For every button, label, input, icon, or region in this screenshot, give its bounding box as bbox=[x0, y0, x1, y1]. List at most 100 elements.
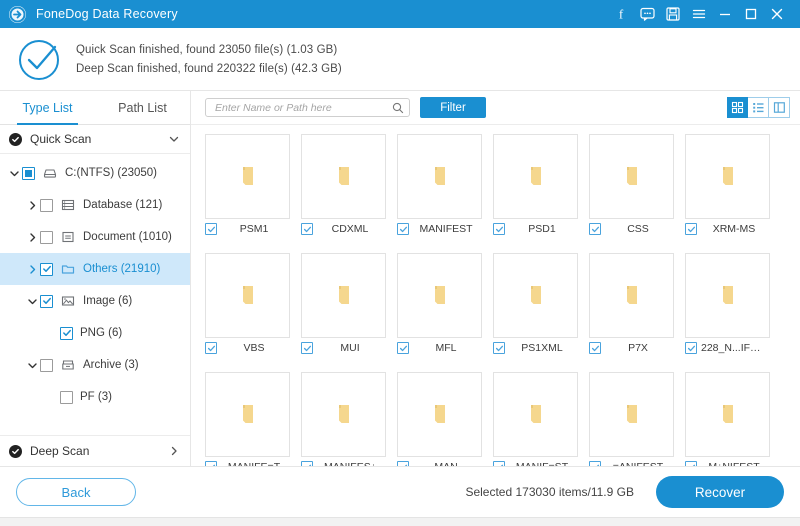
file-thumbnail[interactable] bbox=[397, 253, 482, 338]
file-cell[interactable]: XRM-MS bbox=[685, 134, 781, 239]
checkbox-indeterminate[interactable] bbox=[22, 166, 35, 180]
file-thumbnail[interactable] bbox=[301, 372, 386, 457]
save-button[interactable] bbox=[660, 1, 686, 27]
file-thumbnail[interactable] bbox=[205, 134, 290, 219]
file-cell[interactable]: PSD1 bbox=[493, 134, 589, 239]
tree-item-label: Document (1010) bbox=[83, 231, 172, 243]
tree-item-pf[interactable]: PF (3) bbox=[0, 381, 190, 413]
file-cell[interactable]: VBS bbox=[205, 253, 301, 358]
file-thumbnail[interactable] bbox=[301, 253, 386, 338]
file-cell[interactable]: MUI bbox=[301, 253, 397, 358]
file-thumbnail[interactable] bbox=[493, 372, 578, 457]
file-checkbox[interactable] bbox=[589, 342, 601, 354]
chevron-down-icon[interactable] bbox=[24, 360, 40, 371]
file-checkbox[interactable] bbox=[397, 342, 409, 354]
tab-path-list[interactable]: Path List bbox=[95, 91, 190, 124]
file-cell[interactable]: PS1XML bbox=[493, 253, 589, 358]
checkbox-unchecked[interactable] bbox=[40, 198, 53, 212]
file-cell[interactable]: MFL bbox=[397, 253, 493, 358]
tree-item-image[interactable]: Image (6) bbox=[0, 285, 190, 317]
file-cell[interactable]: MANIFES↓ bbox=[301, 372, 397, 466]
filter-button[interactable]: Filter bbox=[420, 97, 486, 118]
file-grid: PSM1 CDXML MANIFEST PSD1 CSS XRM-MS VBS … bbox=[205, 134, 800, 466]
file-cell[interactable]: MAN bbox=[397, 372, 493, 466]
chevron-right-icon[interactable] bbox=[24, 264, 40, 275]
tree-item-archive[interactable]: Archive (3) bbox=[0, 349, 190, 381]
file-thumbnail[interactable] bbox=[205, 253, 290, 338]
checkbox-unchecked[interactable] bbox=[40, 358, 53, 372]
file-cell[interactable]: 228_N...IFEST bbox=[685, 253, 781, 358]
back-button[interactable]: Back bbox=[16, 478, 136, 506]
file-grid-scroll[interactable]: PSM1 CDXML MANIFEST PSD1 CSS XRM-MS VBS … bbox=[191, 125, 800, 466]
list-view-button[interactable] bbox=[748, 97, 769, 118]
grid-view-button[interactable] bbox=[727, 97, 748, 118]
file-checkbox[interactable] bbox=[589, 223, 601, 235]
checkbox-checked[interactable] bbox=[60, 326, 73, 340]
facebook-button[interactable]: f bbox=[608, 1, 634, 27]
tree-item-document[interactable]: Document (1010) bbox=[0, 221, 190, 253]
file-thumbnail[interactable] bbox=[397, 134, 482, 219]
file-thumbnail[interactable] bbox=[493, 253, 578, 338]
file-caption: 228_N...IFEST bbox=[685, 338, 770, 358]
chevron-right-icon[interactable] bbox=[24, 232, 40, 243]
file-checkbox[interactable] bbox=[301, 342, 313, 354]
file-thumbnail[interactable] bbox=[685, 253, 770, 338]
file-checkbox[interactable] bbox=[493, 223, 505, 235]
checkbox-checked[interactable] bbox=[40, 262, 53, 276]
close-button[interactable] bbox=[764, 1, 790, 27]
file-checkbox[interactable] bbox=[685, 342, 697, 354]
checkbox-unchecked[interactable] bbox=[60, 390, 73, 404]
file-thumbnail[interactable] bbox=[397, 372, 482, 457]
tree-item-png[interactable]: PNG (6) bbox=[0, 317, 190, 349]
file-cell[interactable]: MANIF=ST bbox=[493, 372, 589, 466]
search-icon[interactable] bbox=[392, 102, 404, 114]
quick-scan-section-header[interactable]: Quick Scan bbox=[0, 125, 190, 154]
detail-view-button[interactable] bbox=[769, 97, 790, 118]
file-thumbnail[interactable] bbox=[301, 134, 386, 219]
menu-button[interactable] bbox=[686, 1, 712, 27]
file-thumbnail[interactable] bbox=[685, 134, 770, 219]
tab-type-list[interactable]: Type List bbox=[0, 91, 95, 125]
tree-item-others[interactable]: Others (21910) bbox=[0, 253, 190, 285]
file-cell[interactable]: PSM1 bbox=[205, 134, 301, 239]
deep-scan-status: Deep Scan finished, found 220322 file(s)… bbox=[76, 62, 342, 75]
file-cell[interactable]: CSS bbox=[589, 134, 685, 239]
file-checkbox[interactable] bbox=[301, 223, 313, 235]
file-checkbox[interactable] bbox=[205, 223, 217, 235]
file-thumbnail[interactable] bbox=[589, 372, 674, 457]
feedback-button[interactable] bbox=[634, 1, 660, 27]
checkbox-checked[interactable] bbox=[40, 294, 53, 308]
tree-item-database[interactable]: Database (121) bbox=[0, 189, 190, 221]
chevron-down-icon[interactable] bbox=[6, 168, 22, 179]
file-checkbox[interactable] bbox=[685, 223, 697, 235]
chevron-right-icon[interactable] bbox=[24, 200, 40, 211]
folder-icon bbox=[526, 404, 546, 426]
folder-icon bbox=[238, 404, 258, 426]
file-checkbox[interactable] bbox=[205, 342, 217, 354]
search-box[interactable] bbox=[205, 98, 410, 117]
file-cell[interactable]: P7X bbox=[589, 253, 685, 358]
checkbox-unchecked[interactable] bbox=[40, 230, 53, 244]
maximize-button[interactable] bbox=[738, 1, 764, 27]
folder-icon bbox=[718, 285, 738, 307]
tree-item-drive[interactable]: C:(NTFS) (23050) bbox=[0, 157, 190, 189]
file-cell[interactable]: MANIFEST bbox=[397, 134, 493, 239]
recover-button[interactable]: Recover bbox=[656, 476, 784, 508]
folder-icon bbox=[238, 285, 258, 307]
file-cell[interactable]: =ANIFEST bbox=[589, 372, 685, 466]
file-checkbox[interactable] bbox=[397, 223, 409, 235]
deep-scan-section-header[interactable]: Deep Scan bbox=[0, 435, 190, 466]
file-thumbnail[interactable] bbox=[205, 372, 290, 457]
file-thumbnail[interactable] bbox=[589, 253, 674, 338]
chevron-down-icon[interactable] bbox=[24, 296, 40, 307]
search-input[interactable] bbox=[213, 100, 392, 115]
file-thumbnail[interactable] bbox=[685, 372, 770, 457]
file-cell[interactable]: MANIFE=T bbox=[205, 372, 301, 466]
file-checkbox[interactable] bbox=[493, 342, 505, 354]
minimize-button[interactable] bbox=[712, 1, 738, 27]
file-thumbnail[interactable] bbox=[589, 134, 674, 219]
file-cell[interactable]: M↓NIFEST bbox=[685, 372, 781, 466]
file-cell[interactable]: CDXML bbox=[301, 134, 397, 239]
file-caption: MANIFEST bbox=[397, 219, 482, 239]
file-thumbnail[interactable] bbox=[493, 134, 578, 219]
